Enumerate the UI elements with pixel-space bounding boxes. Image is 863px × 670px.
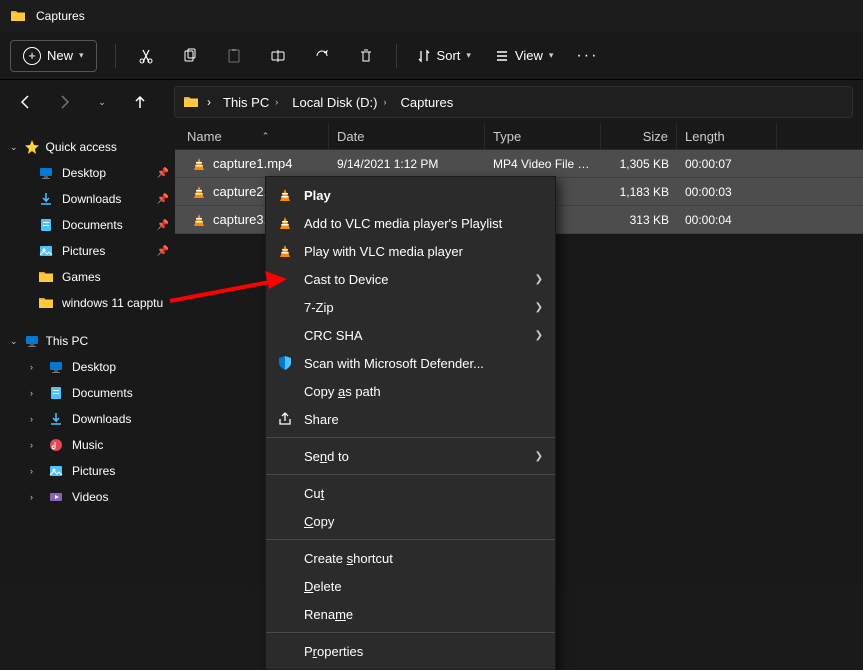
vlc-icon xyxy=(191,156,207,172)
forward-button[interactable] xyxy=(48,86,80,118)
vlc-icon xyxy=(277,215,293,231)
sidebar-item[interactable]: ›Downloads xyxy=(2,406,173,432)
sidebar-item[interactable]: windows 11 capptu xyxy=(2,290,173,316)
sidebar-item[interactable]: ›Videos xyxy=(2,484,173,510)
sidebar-item[interactable]: Games xyxy=(2,264,173,290)
copy-button[interactable] xyxy=(170,38,210,74)
sort-label: Sort xyxy=(437,48,461,63)
breadcrumb-local-disk[interactable]: Local Disk (D:)› xyxy=(288,95,392,110)
sidebar-item[interactable]: ›Music xyxy=(2,432,173,458)
more-button[interactable]: ··· xyxy=(567,38,607,74)
col-size[interactable]: Size xyxy=(601,124,677,149)
sidebar-item[interactable]: ›Documents xyxy=(2,380,173,406)
view-label: View xyxy=(515,48,543,63)
up-button[interactable] xyxy=(124,86,156,118)
back-button[interactable] xyxy=(10,86,42,118)
new-button[interactable]: + New ▾ xyxy=(10,40,97,72)
navigation-pane: ⌄ Quick access Desktop📌Downloads📌Documen… xyxy=(0,124,175,587)
sidebar-item[interactable]: ›Pictures xyxy=(2,458,173,484)
chevron-right-icon: ❯ xyxy=(535,330,543,341)
chevron-right-icon: ❯ xyxy=(535,274,543,285)
vlc-icon xyxy=(277,243,293,259)
this-pc-group[interactable]: ⌄ This PC xyxy=(2,328,173,354)
ctx-crcsha[interactable]: CRC SHA❯ xyxy=(266,321,555,349)
sort-button[interactable]: Sort ▾ xyxy=(407,38,481,74)
column-headers: Name⌃ Date Type Size Length xyxy=(175,124,863,150)
ctx-shortcut[interactable]: Create shortcut xyxy=(266,544,555,572)
ctx-7zip[interactable]: 7-Zip❯ xyxy=(266,293,555,321)
window-title: Captures xyxy=(36,9,85,23)
vlc-icon xyxy=(191,212,207,228)
col-length[interactable]: Length xyxy=(677,124,777,149)
folder-icon xyxy=(183,94,199,110)
ctx-copy[interactable]: Copy xyxy=(266,507,555,535)
shield-icon xyxy=(277,355,293,371)
ctx-cut[interactable]: Cut xyxy=(266,479,555,507)
window-titlebar: Captures xyxy=(0,0,863,32)
sidebar-item[interactable]: Downloads📌 xyxy=(2,186,173,212)
folder-icon xyxy=(10,8,26,24)
ctx-defender[interactable]: Scan with Microsoft Defender... xyxy=(266,349,555,377)
pin-icon: 📌 xyxy=(157,168,169,179)
context-menu: Play Add to VLC media player's Playlist … xyxy=(265,176,556,670)
chevron-right-icon: ❯ xyxy=(535,451,543,462)
pin-icon: 📌 xyxy=(157,220,169,231)
chevron-right-icon: ❯ xyxy=(535,302,543,313)
col-date[interactable]: Date xyxy=(329,124,485,149)
ctx-play[interactable]: Play xyxy=(266,181,555,209)
vlc-icon xyxy=(277,187,293,203)
sidebar-item[interactable]: ›Desktop xyxy=(2,354,173,380)
ctx-rename[interactable]: Rename xyxy=(266,600,555,628)
ctx-play-vlc[interactable]: Play with VLC media player xyxy=(266,237,555,265)
ctx-sendto[interactable]: Send to❯ xyxy=(266,442,555,470)
star-icon xyxy=(24,139,40,155)
pin-icon: 📌 xyxy=(157,194,169,205)
share-button[interactable] xyxy=(302,38,342,74)
share-icon xyxy=(277,411,293,427)
pc-icon xyxy=(24,333,40,349)
sidebar-item[interactable]: Desktop📌 xyxy=(2,160,173,186)
breadcrumb-captures[interactable]: Captures xyxy=(396,95,457,110)
delete-button[interactable] xyxy=(346,38,386,74)
command-bar: + New ▾ Sort ▾ View ▾ ··· xyxy=(0,32,863,80)
view-button[interactable]: View ▾ xyxy=(485,38,563,74)
rename-button[interactable] xyxy=(258,38,298,74)
sidebar-item[interactable]: Pictures📌 xyxy=(2,238,173,264)
ctx-properties[interactable]: Properties xyxy=(266,637,555,665)
quick-access-group[interactable]: ⌄ Quick access xyxy=(2,134,173,160)
file-row[interactable]: capture1.mp4 9/14/2021 1:12 PM MP4 Video… xyxy=(175,150,863,178)
address-bar[interactable]: › This PC› Local Disk (D:)› Captures xyxy=(174,86,853,118)
col-name[interactable]: Name⌃ xyxy=(179,124,329,149)
col-type[interactable]: Type xyxy=(485,124,601,149)
vlc-icon xyxy=(191,184,207,200)
pin-icon: 📌 xyxy=(157,246,169,257)
breadcrumb-this-pc[interactable]: This PC› xyxy=(219,95,284,110)
cut-button[interactable] xyxy=(126,38,166,74)
paste-button[interactable] xyxy=(214,38,254,74)
ctx-copy-path[interactable]: Copy as path xyxy=(266,377,555,405)
new-label: New xyxy=(47,48,73,63)
ctx-share[interactable]: Share xyxy=(266,405,555,433)
ctx-cast[interactable]: Cast to Device❯ xyxy=(266,265,555,293)
sidebar-item[interactable]: Documents📌 xyxy=(2,212,173,238)
nav-bar: ⌄ › This PC› Local Disk (D:)› Captures xyxy=(0,80,863,124)
recent-button[interactable]: ⌄ xyxy=(86,86,118,118)
ctx-add-playlist[interactable]: Add to VLC media player's Playlist xyxy=(266,209,555,237)
ctx-delete[interactable]: Delete xyxy=(266,572,555,600)
